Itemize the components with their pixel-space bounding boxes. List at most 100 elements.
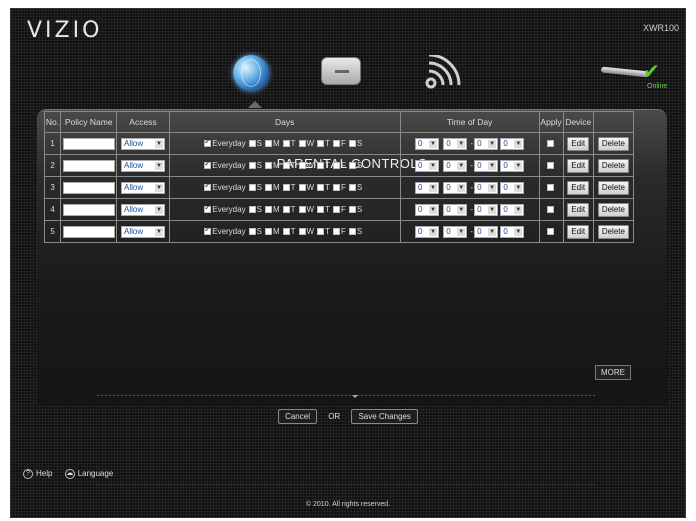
day-checkbox[interactable] [317, 228, 325, 236]
time-select[interactable]: 0 ▼ [474, 181, 499, 194]
day-checkbox[interactable] [298, 206, 306, 214]
day-checkbox[interactable] [317, 162, 325, 170]
access-select[interactable]: Allow ▼ [120, 203, 165, 216]
day-checkbox[interactable] [298, 228, 306, 236]
day-checkbox[interactable] [348, 140, 356, 148]
policy-name-input[interactable] [62, 181, 115, 194]
time-select[interactable]: 0 ▼ [474, 203, 499, 216]
day-checkbox[interactable] [282, 140, 290, 148]
time-select[interactable]: 0 ▼ [414, 159, 439, 172]
policy-name-input[interactable] [62, 225, 115, 238]
access-select[interactable]: Allow ▼ [120, 137, 165, 150]
access-select[interactable]: Allow ▼ [120, 225, 165, 238]
policy-name-cell [60, 176, 118, 199]
day-checkbox[interactable] [248, 184, 256, 192]
day-checkbox[interactable] [298, 184, 306, 192]
time-select[interactable]: 0 ▼ [414, 225, 439, 238]
table-row: 2Allow▼EverydaySMTWTFS0▼ 0▼ -0▼ 0▼ EditD… [43, 154, 635, 177]
time-select[interactable]: 0 ▼ [443, 203, 468, 216]
day-checkbox[interactable] [264, 228, 272, 236]
router-icon[interactable] [321, 57, 361, 85]
day-checkbox[interactable] [317, 140, 325, 148]
edit-button[interactable]: Edit [567, 202, 590, 217]
delete-button[interactable]: Delete [597, 158, 629, 173]
delete-button[interactable]: Delete [597, 136, 629, 151]
day-checkbox[interactable] [332, 206, 340, 214]
apply-checkbox[interactable] [547, 162, 555, 170]
day-checkbox[interactable] [264, 140, 272, 148]
time-select[interactable]: 0 ▼ [474, 225, 499, 238]
day-checkbox[interactable] [204, 203, 212, 214]
day-checkbox[interactable] [282, 184, 290, 192]
day-checkbox[interactable] [348, 184, 356, 192]
time-select[interactable]: 0 ▼ [474, 137, 499, 150]
day-checkbox[interactable] [348, 206, 356, 214]
apply-checkbox[interactable] [547, 206, 555, 214]
time-select[interactable]: 0 ▼ [443, 181, 468, 194]
apply-checkbox[interactable] [547, 184, 555, 192]
day-checkbox[interactable] [332, 140, 340, 148]
time-select[interactable]: 0 ▼ [500, 181, 525, 194]
day-checkbox[interactable] [204, 137, 212, 148]
day-checkbox[interactable] [264, 206, 272, 214]
time-select[interactable]: 0 ▼ [500, 225, 525, 238]
time-select[interactable]: 0 ▼ [443, 137, 468, 150]
time-select[interactable]: 0 ▼ [443, 225, 468, 238]
language-link[interactable]: ☁ Language [64, 469, 113, 479]
edit-button[interactable]: Edit [567, 158, 590, 173]
time-select[interactable]: 0 ▼ [414, 203, 439, 216]
day-checkbox[interactable] [348, 162, 356, 170]
time-select[interactable]: 0 ▼ [414, 137, 439, 150]
time-select[interactable]: 0 ▼ [474, 159, 499, 172]
day-checkbox[interactable] [264, 162, 272, 170]
day-checkbox[interactable] [332, 162, 340, 170]
day-checkbox[interactable] [204, 181, 212, 192]
day-checkbox[interactable] [248, 206, 256, 214]
policy-name-input[interactable] [62, 159, 115, 172]
time-select[interactable]: 0 ▼ [500, 159, 525, 172]
day-checkbox[interactable] [248, 228, 256, 236]
time-value: 0 [477, 160, 482, 170]
time-select[interactable]: 0 ▼ [500, 203, 525, 216]
day-checkbox[interactable] [282, 206, 290, 214]
day-label: W [306, 139, 315, 149]
help-link[interactable]: ? Help [23, 469, 55, 479]
policy-name-input[interactable] [62, 137, 115, 150]
save-changes-button[interactable]: Save Changes [351, 409, 418, 424]
day-checkbox[interactable] [204, 225, 212, 236]
copyright: © 2010. All rights reserved. [305, 501, 391, 508]
wifi-icon[interactable] [421, 53, 465, 91]
policy-name-input[interactable] [62, 203, 115, 216]
more-button[interactable]: MORE [595, 365, 631, 380]
day-checkbox[interactable] [264, 184, 272, 192]
delete-button[interactable]: Delete [597, 202, 629, 217]
day-checkbox[interactable] [248, 140, 256, 148]
day-checkbox[interactable] [298, 140, 306, 148]
access-select[interactable]: Allow ▼ [120, 159, 165, 172]
apply-checkbox[interactable] [547, 140, 555, 148]
day-checkbox[interactable] [317, 206, 325, 214]
cancel-button[interactable]: Cancel [278, 409, 317, 424]
chevron-down-icon: ▼ [457, 205, 466, 214]
time-select[interactable]: 0 ▼ [500, 137, 525, 150]
globe-icon[interactable] [233, 55, 269, 91]
delete-button[interactable]: Delete [597, 180, 629, 195]
day-checkbox[interactable] [282, 228, 290, 236]
time-select[interactable]: 0 ▼ [414, 181, 439, 194]
edit-button[interactable]: Edit [567, 224, 590, 239]
edit-button[interactable]: Edit [567, 136, 590, 151]
day-checkbox[interactable] [332, 228, 340, 236]
day-checkbox[interactable] [317, 184, 325, 192]
day-checkbox[interactable] [348, 228, 356, 236]
delete-button[interactable]: Delete [597, 224, 629, 239]
day-checkbox[interactable] [282, 162, 290, 170]
day-checkbox[interactable] [204, 159, 212, 170]
apply-checkbox[interactable] [547, 228, 555, 236]
day-checkbox[interactable] [248, 162, 256, 170]
edit-button[interactable]: Edit [567, 180, 590, 195]
access-select[interactable]: Allow ▼ [120, 181, 165, 194]
day-checkbox[interactable] [332, 184, 340, 192]
day-checkbox[interactable] [298, 162, 306, 170]
time-select[interactable]: 0 ▼ [443, 159, 468, 172]
device-status[interactable]: ✔ Online [595, 59, 675, 95]
